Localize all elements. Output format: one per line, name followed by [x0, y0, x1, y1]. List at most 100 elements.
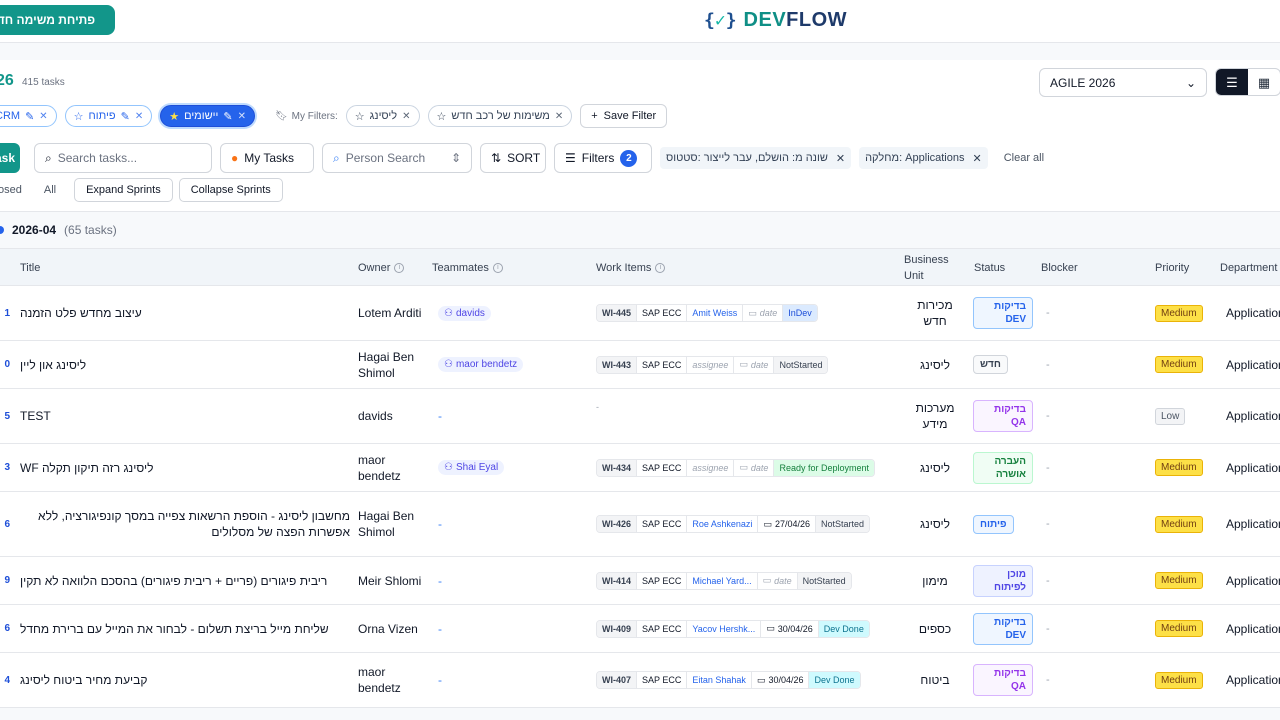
work-item-assignee[interactable]: Roe Ashkenazi — [687, 516, 759, 532]
collapse-sprints-button[interactable]: Collapse Sprints — [178, 178, 283, 202]
task-owner[interactable]: maor bendetz — [358, 653, 428, 707]
col-business-unit[interactable]: Business Unit — [904, 249, 956, 287]
saved-filter-dev[interactable]: ☆ פיתוח ✎ ✕ — [64, 105, 153, 127]
work-item-chip[interactable]: WI-443 SAP ECC assignee ▭ date NotStarted — [596, 355, 829, 374]
new-task-button[interactable]: פתיחת משימה חדשה — [0, 5, 115, 35]
saved-filter-crm[interactable]: CRM ✎ ✕ — [0, 105, 57, 127]
col-department[interactable]: Department — [1220, 249, 1277, 287]
task-id[interactable]: 4 — [0, 653, 10, 707]
status-badge[interactable]: העברה אושרה — [973, 451, 1033, 484]
work-item-assignee[interactable]: Michael Yard... — [687, 572, 758, 589]
save-filter-button[interactable]: + Save Filter — [580, 104, 668, 128]
task-owner[interactable]: Hagai Ben Shimol — [358, 492, 428, 556]
task-owner[interactable]: Orna Vizen — [358, 605, 428, 652]
filters-button[interactable]: ☰ Filters 2 — [554, 143, 652, 173]
table-row[interactable]: 6 מחשבון ליסינג - הוספת הרשאות צפייה במסך… — [0, 492, 1280, 557]
task-title[interactable]: מחשבון ליסינג - הוספת הרשאות צפייה במסך … — [20, 492, 350, 556]
col-blocker[interactable]: Blocker — [1041, 249, 1078, 287]
task-id[interactable]: 3 — [0, 444, 10, 491]
expand-sprints-button[interactable]: Expand Sprints — [74, 178, 173, 202]
close-icon[interactable]: ✕ — [836, 152, 845, 165]
close-icon[interactable]: ✕ — [973, 152, 982, 165]
col-status[interactable]: Status — [974, 249, 1005, 287]
task-id[interactable]: 5 — [0, 389, 10, 443]
task-id[interactable]: 1 — [0, 286, 10, 340]
all-toggle[interactable]: All — [44, 184, 56, 196]
col-title[interactable]: Title — [20, 249, 40, 287]
priority-badge[interactable]: Low — [1155, 407, 1186, 425]
work-item-assignee[interactable]: Amit Weiss — [687, 305, 744, 321]
priority-badge[interactable]: Medium — [1155, 459, 1203, 476]
my-filter-leasing[interactable]: ☆ ליסינג ✕ — [345, 105, 420, 127]
task-owner[interactable]: Lotem Arditi — [358, 286, 428, 340]
status-badge[interactable]: בדיקות QA — [973, 664, 1033, 696]
work-item-assignee[interactable]: Eitan Shahak — [687, 672, 752, 688]
sprint-select[interactable]: AGILE 2026 ⌄ — [1039, 68, 1207, 97]
table-row[interactable]: 0 ליסינג און ליין Hagai Ben Shimol ⚇ maor be… — [0, 341, 1280, 389]
status-badge[interactable]: בדיקות DEV — [973, 297, 1033, 329]
active-filter-department[interactable]: מחלקה: Applications ✕ — [859, 147, 988, 169]
work-item-date[interactable]: ▭ 30/04/26 — [761, 620, 819, 637]
my-filter-new-car[interactable]: ☆ משימות של רכב חדש ✕ — [427, 105, 573, 127]
task-owner[interactable]: Meir Shlomi — [358, 557, 428, 604]
task-title[interactable]: שליחת מייל בריצת תשלום - לבחור את המייל … — [20, 605, 350, 652]
work-item-chip[interactable]: WI-434 SAP ECC assignee ▭ date Ready for Depl… — [596, 458, 875, 477]
person-search-select[interactable]: ⌕ Person Search ⇕ — [322, 143, 472, 173]
star-icon[interactable]: ☆ — [355, 110, 365, 123]
add-task-button[interactable]: ask — [0, 143, 20, 173]
teammate-chip[interactable]: ⚇ Shai Eyal — [438, 460, 505, 475]
edit-icon[interactable]: ✎ — [121, 110, 130, 123]
priority-badge[interactable]: Medium — [1155, 671, 1203, 689]
edit-icon[interactable]: ✎ — [25, 110, 34, 123]
work-item-date[interactable]: ▭ date — [734, 356, 775, 373]
task-title[interactable]: עיצוב מחדש פלט הזמנה — [20, 286, 350, 340]
close-icon[interactable]: ✕ — [555, 111, 563, 122]
search-input[interactable]: ⌕ Search tasks... — [34, 143, 212, 173]
teammate-chip[interactable]: ⚇ maor bendetz — [438, 357, 524, 372]
active-filter-status[interactable]: שונה מ: הושלם, עבר לייצור :סטטוס ✕ — [660, 147, 852, 169]
close-icon[interactable]: ✕ — [402, 111, 410, 122]
work-item-date[interactable]: ▭ date — [758, 572, 798, 589]
edit-icon[interactable]: ✎ — [223, 110, 232, 123]
task-id[interactable]: 6 — [0, 492, 10, 556]
priority-badge[interactable]: Medium — [1155, 620, 1203, 637]
status-badge[interactable]: חדש — [973, 355, 1008, 374]
work-item-chip[interactable]: WI-426 SAP ECC Roe Ashkenazi ▭ 27/04/26 NotSt… — [596, 515, 871, 533]
task-id[interactable]: 0 — [0, 341, 10, 388]
work-item-date[interactable]: ▭ date — [743, 305, 784, 321]
priority-badge[interactable]: Medium — [1155, 356, 1203, 373]
task-title[interactable]: TEST — [20, 389, 350, 443]
task-owner[interactable]: Hagai Ben Shimol — [358, 341, 428, 388]
priority-badge[interactable]: Medium — [1155, 572, 1203, 589]
col-teammates[interactable]: Teammates i — [432, 249, 503, 287]
priority-badge[interactable]: Medium — [1155, 304, 1203, 322]
grid-view-icon[interactable]: ▦ — [1248, 69, 1280, 95]
task-owner[interactable]: davids — [358, 389, 428, 443]
close-icon[interactable]: ✕ — [39, 111, 47, 122]
table-row[interactable]: 6 שליחת מייל בריצת תשלום - לבחור את המייל… — [0, 605, 1280, 653]
closed-toggle[interactable]: osed — [0, 184, 22, 196]
col-priority[interactable]: Priority — [1155, 249, 1189, 287]
work-item-chip[interactable]: WI-409 SAP ECC Yacov Hershk... ▭ 30/04/26 Dev… — [596, 619, 870, 638]
work-item-date[interactable]: ▭ 27/04/26 — [758, 516, 816, 532]
star-icon[interactable]: ☆ — [74, 110, 84, 123]
star-icon[interactable]: ☆ — [437, 110, 447, 123]
priority-badge[interactable]: Medium — [1155, 515, 1203, 533]
task-title[interactable]: ליסינג רזה תיקון תקלה WF — [20, 444, 350, 491]
status-badge[interactable]: בדיקות QA — [973, 400, 1033, 432]
work-item-date[interactable]: ▭ date — [734, 459, 775, 476]
table-row[interactable]: 1 עיצוב מחדש פלט הזמנה Lotem Arditi ⚇ davids… — [0, 286, 1280, 341]
task-title[interactable]: קביעת מחיר ביטוח ליסינג — [20, 653, 350, 707]
list-view-icon[interactable]: ☰ — [1216, 69, 1248, 95]
table-row[interactable]: 4 קביעת מחיר ביטוח ליסינג maor bendetz - WI-… — [0, 653, 1280, 708]
col-owner[interactable]: Owner i — [358, 249, 405, 287]
close-icon[interactable]: ✕ — [238, 111, 246, 122]
task-id[interactable]: 6 — [0, 605, 10, 652]
col-work-items[interactable]: Work Items i — [596, 249, 666, 287]
sprint-group-header[interactable]: 2026-04 (65 tasks) — [0, 218, 117, 242]
work-item-assignee[interactable]: Yacov Hershk... — [687, 620, 762, 637]
work-item-assignee[interactable]: assignee — [687, 459, 735, 476]
work-item-chip[interactable]: WI-407 SAP ECC Eitan Shahak ▭ 30/04/26 Dev Do… — [596, 671, 861, 689]
work-item-chip[interactable]: WI-414 SAP ECC Michael Yard... ▭ date NotStar… — [596, 571, 852, 590]
table-row[interactable]: 9 ריבית פיגורים (פריים + ריבית פיגורים) ב… — [0, 557, 1280, 605]
